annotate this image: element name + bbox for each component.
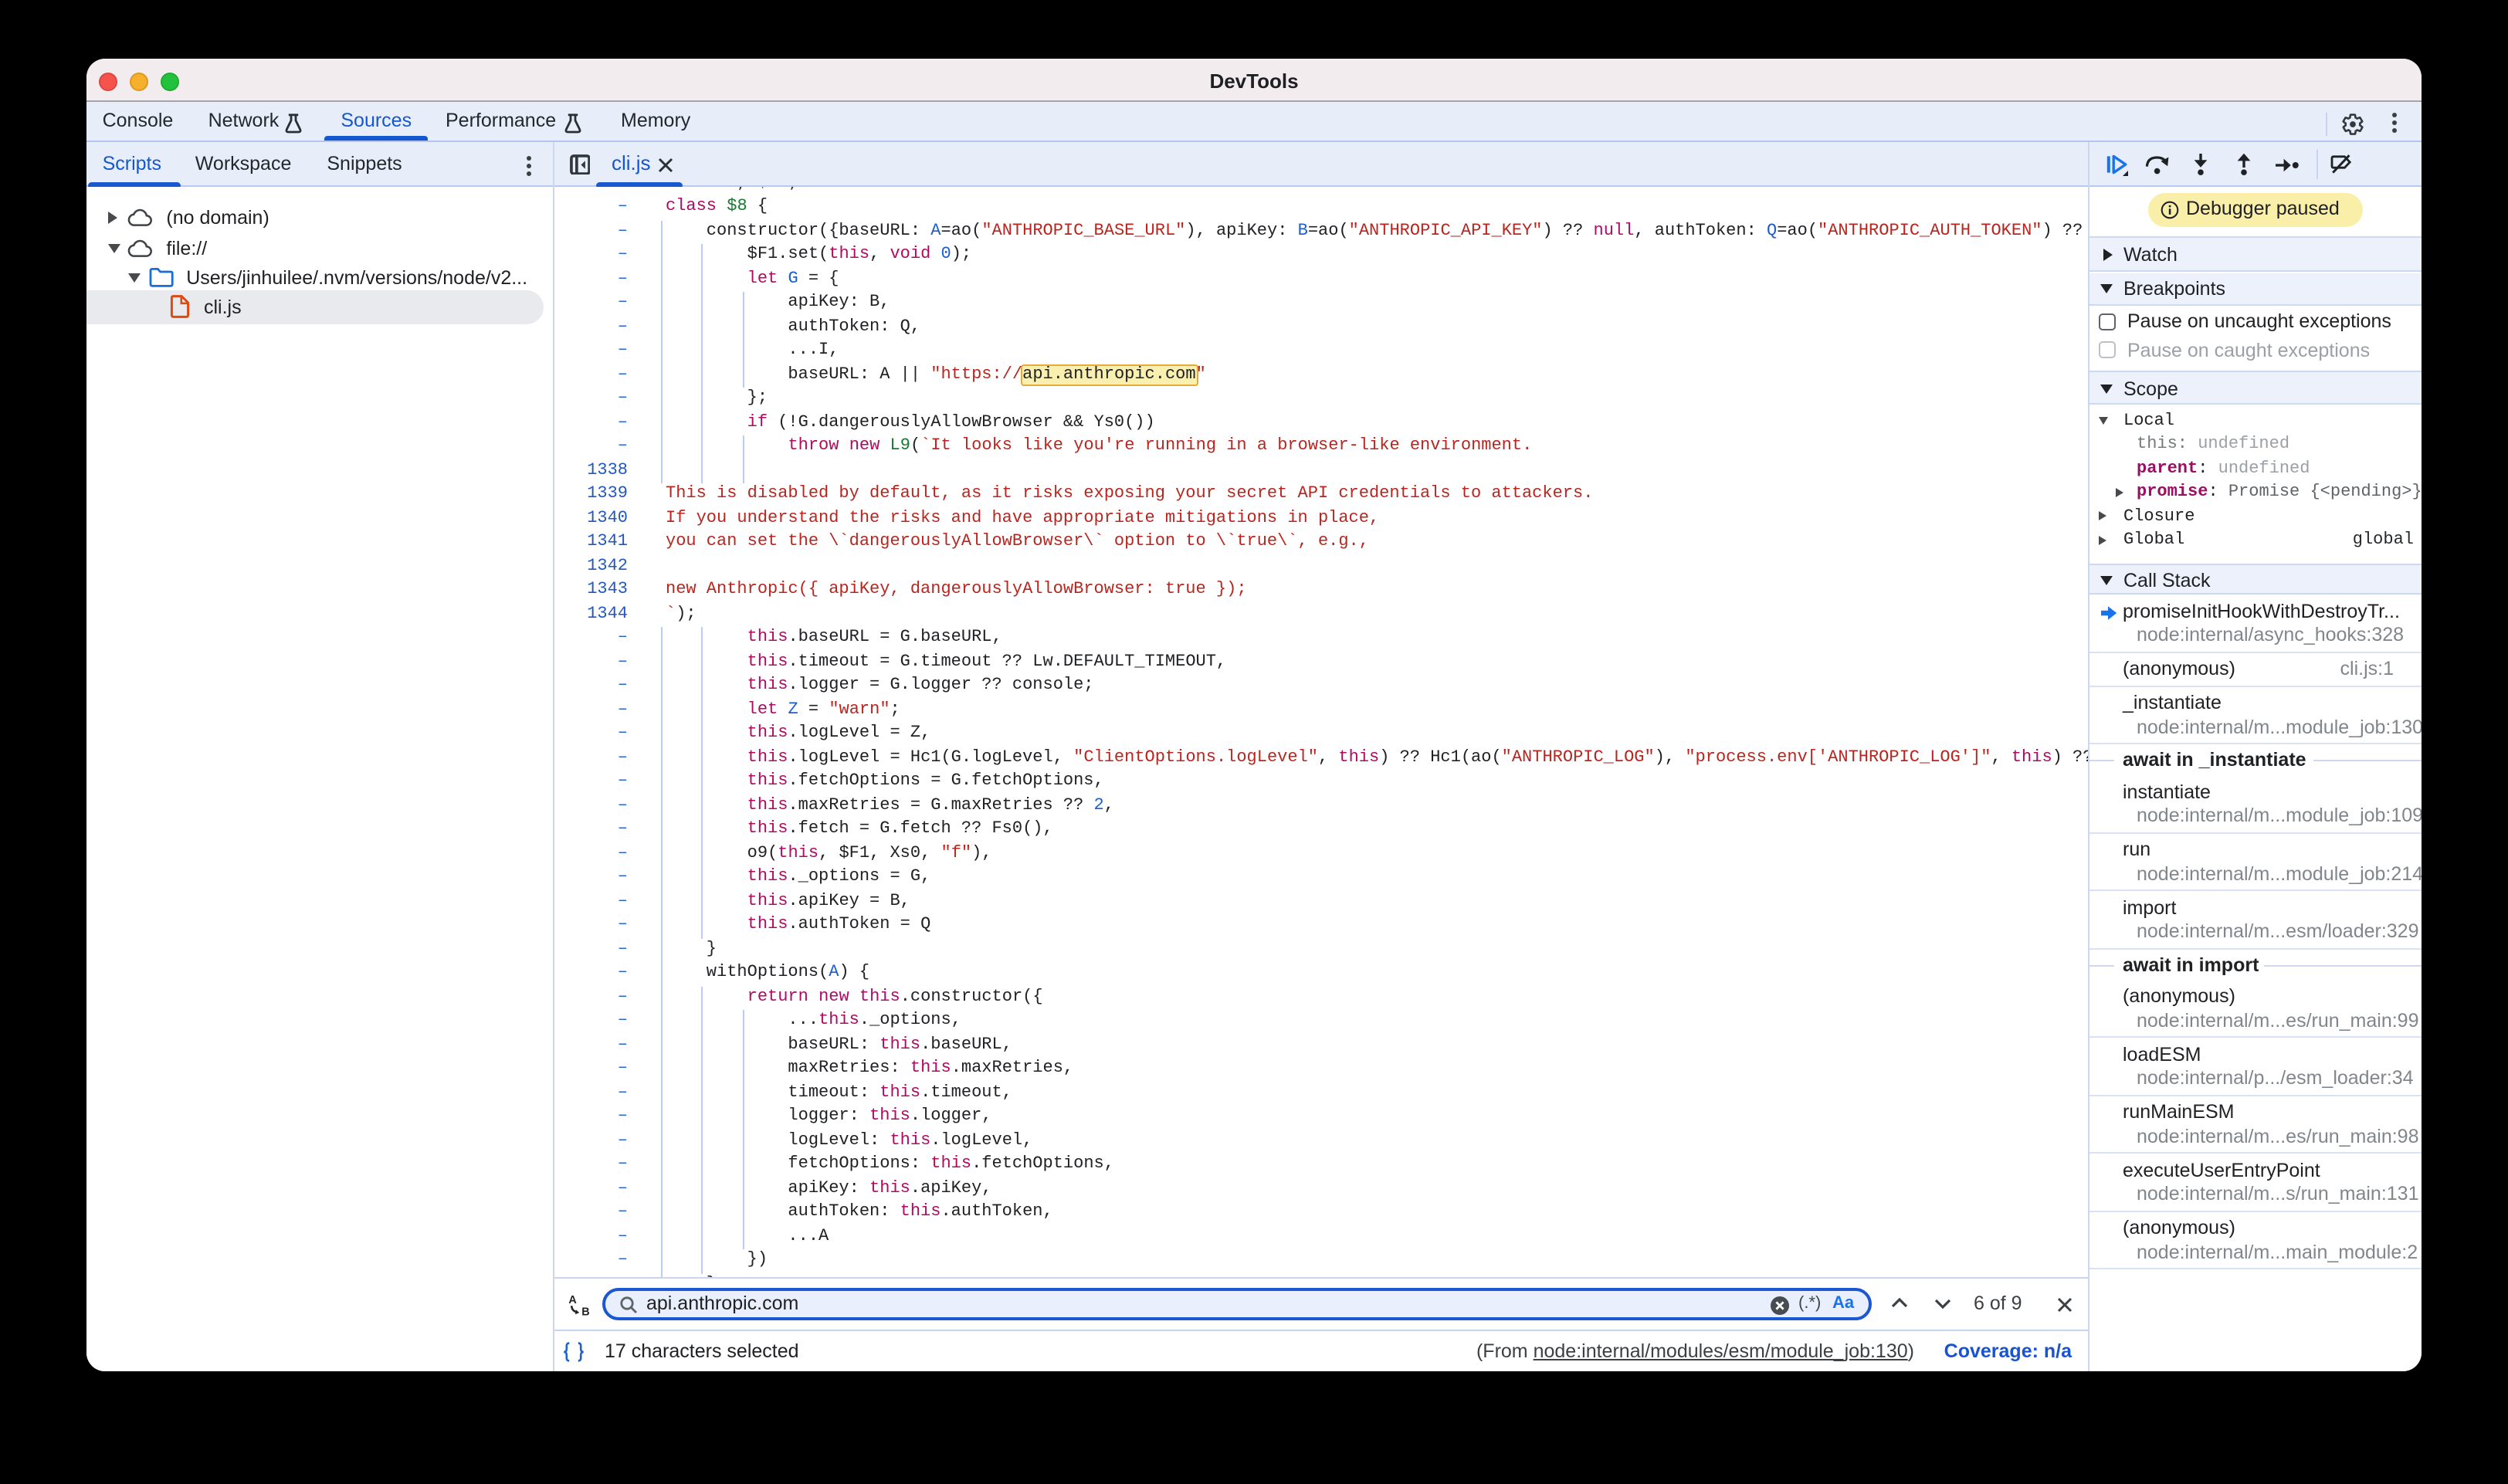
svg-text:A: A: [568, 1294, 576, 1306]
svg-text:B: B: [581, 1306, 588, 1317]
